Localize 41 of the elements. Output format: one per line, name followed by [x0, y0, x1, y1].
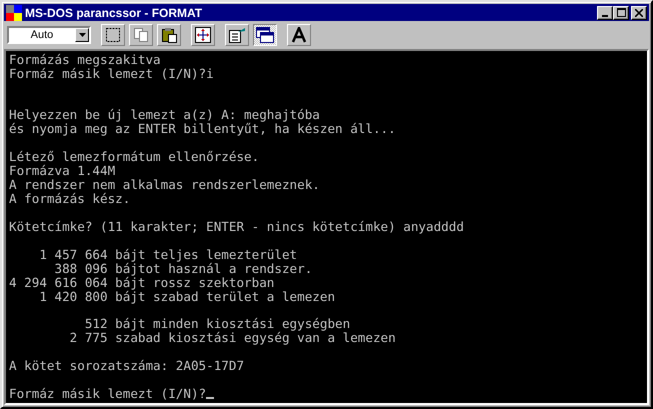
font-button[interactable]	[287, 24, 311, 46]
minimize-button[interactable]	[597, 6, 613, 20]
close-button[interactable]	[631, 6, 647, 20]
console-line: Létező lemezformátum ellenőrzése.	[9, 150, 260, 164]
window-title: MS-DOS parancssor - FORMAT	[25, 6, 204, 20]
console-line: 388 096 bájtot használ a rendszer.	[53, 262, 314, 276]
properties-icon	[228, 27, 246, 43]
copy-icon	[133, 27, 149, 43]
copy-button[interactable]	[129, 24, 153, 46]
maximize-icon	[616, 8, 626, 18]
paste-button[interactable]	[157, 24, 181, 46]
console-line: Formázva 1.44M	[9, 164, 116, 178]
console-line: A kötet sorozatszáma: 2A05-17D7	[9, 359, 246, 374]
console-line: 512 bájt minden kiosztási egységben	[84, 317, 352, 332]
fullscreen-icon	[195, 27, 211, 43]
console-line: Formázás megszakitva	[9, 52, 162, 66]
console-prompt: Formáz másik lemezt (I/N)?	[9, 387, 644, 401]
font-icon	[291, 27, 307, 43]
close-icon	[635, 8, 643, 17]
console-line: Kötetcímke? (11 karakter; ENTER - nincs kötetcímke) anyadddd	[9, 220, 465, 234]
select-icon	[105, 27, 121, 43]
caret-icon	[78, 33, 86, 37]
maximize-button[interactable]	[613, 6, 629, 20]
background-button[interactable]	[253, 24, 277, 46]
font-size-dropdown[interactable]: Auto	[7, 26, 91, 44]
console-line: 1 457 664 bájt teljes lemezterület	[38, 248, 298, 262]
console-line: 2 775 szabad kiosztási egység van a lemezen	[68, 331, 397, 346]
fullscreen-button[interactable]	[191, 24, 215, 46]
console-line: és nyomja meg az ENTER billentyűt, ha készen áll...	[9, 122, 397, 136]
console-line: Helyezzen be új lemezt a(z) A: meghajtóba	[9, 108, 321, 122]
window-icon	[256, 27, 274, 43]
console-line: A rendszer nem alkalmas rendszerlemeznek.	[9, 178, 321, 192]
console-line: Formáz másik lemezt (I/N)?i	[9, 66, 215, 80]
select-button[interactable]	[101, 24, 125, 46]
msdos-logo-icon	[6, 4, 22, 21]
properties-button[interactable]	[225, 24, 249, 46]
minimize-icon	[602, 14, 608, 17]
console-line: A formázás kész.	[9, 192, 132, 206]
paste-icon	[161, 27, 177, 43]
console-line: 1 420 800 bájt szabad terület a lemezen	[38, 290, 336, 304]
console-line: 4 294 616 064 bájt rossz szektorban	[9, 276, 276, 290]
